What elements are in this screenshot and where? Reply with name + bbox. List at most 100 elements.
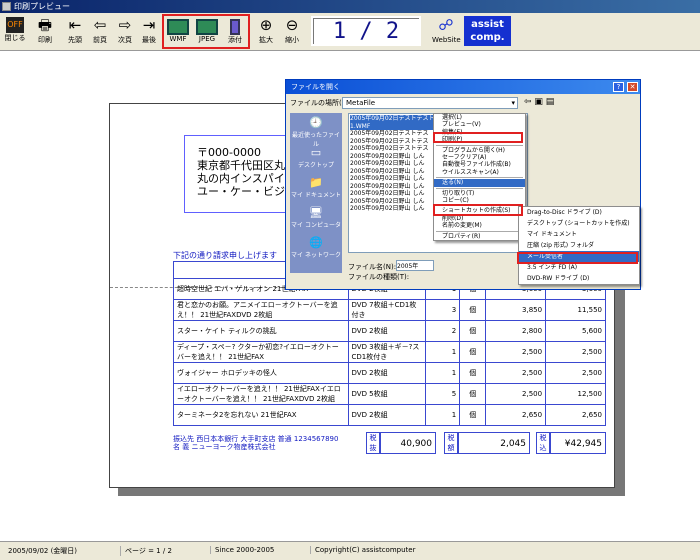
last-page-button[interactable]: ⇥ 最後: [137, 15, 161, 49]
sendto-item[interactable]: DVD-RW ドライブ (D): [519, 273, 639, 284]
place-item[interactable]: 🖥 マイ コンピュータ: [290, 203, 342, 233]
context-item[interactable]: 送る(N): [434, 179, 525, 187]
page-indicator: 1 / 2: [311, 16, 421, 46]
export-group-highlight: WMF JPEG 添付: [162, 14, 250, 49]
cell-qty: 1: [425, 362, 461, 384]
app-icon: [2, 2, 11, 11]
context-item[interactable]: 切り取り(T): [434, 190, 525, 197]
bank-info: 振込先 西日本本銀行 大手町支店 普通 1234567890 名 義 ニューヨーク…: [173, 435, 339, 451]
filename-input[interactable]: 2005年: [396, 260, 434, 271]
left-arrow-icon: ⇦: [93, 16, 107, 34]
prev-page-button[interactable]: ⇦ 前頁: [88, 15, 112, 49]
cell-qty: 3: [425, 299, 461, 321]
place-icon: 📁: [309, 176, 323, 189]
cell-spec: DVD 2枚組: [347, 320, 427, 342]
wmf-icon: [167, 19, 189, 35]
table-row: イエローオクトーバーを追え！！ 21世紀FAXイエローオクトーバーを追え！！ 2…: [173, 383, 606, 405]
last-arrow-icon: ⇥: [142, 16, 156, 34]
place-item[interactable]: ▭ デスクトップ: [290, 143, 342, 173]
zoom-out-button[interactable]: ⊖ 縮小: [280, 15, 304, 49]
sendto-item[interactable]: 圧縮 (zip 形式) フォルダ: [519, 240, 639, 251]
cell-unit: 個: [459, 383, 487, 405]
preview-highlight: [433, 132, 523, 143]
context-item[interactable]: 名前の変更(M): [434, 222, 525, 229]
sendto-item[interactable]: Drag-to-Disc ドライブ (D): [519, 207, 639, 218]
cell-spec: DVD 7枚組＋CD1枚付き: [347, 299, 427, 321]
cell-name: 君と恋かのお願。アニメイエロ－オクトーバーを追え！！ 21世紀FAXDVD 2枚…: [173, 299, 349, 321]
cell-price: 2,500: [485, 341, 547, 363]
table-row: スター・ケイト ティルクの挑乱 DVD 2枚組 2 個 2,800 5,600: [173, 320, 606, 342]
zoom-out-icon: ⊖: [285, 16, 299, 34]
cell-price: 3,850: [485, 299, 547, 321]
off-icon: OFF: [6, 17, 24, 33]
first-page-button[interactable]: ⇤ 先頭: [63, 15, 87, 49]
cell-qty: 2: [425, 320, 461, 342]
help-button[interactable]: ?: [613, 82, 624, 92]
status-bar: 2005/09/02 (金曜日) ページ = 1 / 2 Since 2000-…: [0, 541, 700, 560]
place-icon: 🕘: [309, 116, 323, 129]
cell-price: 2,800: [485, 320, 547, 342]
context-item[interactable]: プロパティ(R): [434, 233, 525, 240]
status-copyright: Copyright(C) assistcomputer: [310, 546, 415, 554]
tax-excluded-label: 税抜: [366, 432, 380, 454]
context-item[interactable]: プレビュー(V): [434, 121, 525, 128]
cell-unit: 個: [459, 362, 487, 384]
table-row: ターミネータ2を忘れない 21世紀FAX DVD 2枚組 1 個 2,650 2,650: [173, 404, 606, 426]
right-arrow-icon: ⇨: [118, 16, 132, 34]
cell-price: 2,500: [485, 362, 547, 384]
mail-recipient-highlight: [517, 252, 638, 264]
status-page: ページ = 1 / 2: [120, 546, 172, 556]
lookin-combo[interactable]: MetaFile ▾: [342, 97, 518, 109]
invoice-note: 下記の通り請求申し上げます: [173, 251, 277, 260]
place-item[interactable]: 📁 マイ ドキュメント: [290, 173, 342, 203]
zoom-in-button[interactable]: ⊕ 拡大: [254, 15, 278, 49]
dialog-close-button[interactable]: ✕: [627, 82, 638, 92]
globe-icon: ☍: [438, 16, 454, 34]
cell-spec: DVD 2枚組: [347, 404, 427, 426]
cell-amount: 2,500: [545, 341, 606, 363]
wmf-button[interactable]: WMF: [165, 18, 191, 46]
context-item[interactable]: ウイルススキャン(A): [434, 169, 525, 176]
tax-value: 2,045: [458, 432, 530, 454]
cell-price: 2,650: [485, 404, 547, 426]
print-button[interactable]: 🖶 印刷: [33, 15, 57, 49]
place-item[interactable]: 🌐 マイ ネットワーク: [290, 233, 342, 263]
first-arrow-icon: ⇤: [68, 16, 82, 34]
toolbar: OFF 閉じる 🖶 印刷 ⇤ 先頭 ⇦ 前頁 ⇨ 次頁 ⇥ 最後 WMF JPEG 添付 ⊕…: [0, 13, 700, 51]
next-page-button[interactable]: ⇨ 次頁: [113, 15, 137, 49]
table-row: ディープ・スペ－? クターか初恋?イエローオクトーバーを追え！！ 21世紀FAX…: [173, 341, 606, 363]
status-date: 2005/09/02 (金曜日): [8, 547, 78, 555]
place-icon: 🌐: [309, 236, 323, 249]
context-item[interactable]: 自動復号ファイル作成(B): [434, 161, 525, 168]
chevron-down-icon: ▾: [511, 99, 515, 107]
menu-separator: [436, 230, 523, 232]
close-button[interactable]: OFF 閉じる: [3, 15, 27, 49]
place-icon: 🖥: [309, 206, 323, 219]
jpeg-icon: [196, 19, 218, 35]
cell-amount: 11,550: [545, 299, 606, 321]
attach-icon: [230, 19, 240, 35]
place-icon: ▭: [310, 146, 322, 159]
context-item[interactable]: プログラムから開く(H): [434, 147, 525, 154]
cell-qty: 5: [425, 383, 461, 405]
cell-name: ディープ・スペ－? クターか初恋?イエローオクトーバーを追え！！ 21世紀FAX: [173, 341, 349, 363]
attach-button[interactable]: 添付: [222, 18, 248, 46]
dialog-title: ファイルを開く: [286, 80, 640, 94]
place-item[interactable]: 🕘 最近使ったファイル: [290, 113, 342, 148]
sendto-item[interactable]: マイ ドキュメント: [519, 229, 639, 240]
status-since: Since 2000-2005: [210, 546, 274, 554]
brand-logo[interactable]: assist comp.: [464, 16, 511, 46]
cell-amount: 2,500: [545, 362, 606, 384]
sendto-highlight: [433, 204, 523, 216]
cell-name: ヴォイジャー ホロデッキの怪人: [173, 362, 349, 384]
jpeg-button[interactable]: JPEG: [194, 18, 220, 46]
cell-amount: 2,650: [545, 404, 606, 426]
website-button[interactable]: ☍ WebSite: [432, 15, 461, 49]
sendto-item[interactable]: デスクトップ (ショートカットを作成): [519, 218, 639, 229]
printer-icon: 🖶: [37, 16, 53, 34]
places-bar: 🕘 最近使ったファイル ▭ デスクトップ 📁 マイ ドキュメント 🖥 マイ コンピュータ 🌐 マイ…: [290, 113, 342, 273]
folder-nav-icons[interactable]: ⇦ ▣ ▤: [524, 97, 554, 107]
menu-separator: [436, 187, 523, 189]
total-value: ¥42,945: [550, 432, 606, 454]
cell-name: スター・ケイト ティルクの挑乱: [173, 320, 349, 342]
